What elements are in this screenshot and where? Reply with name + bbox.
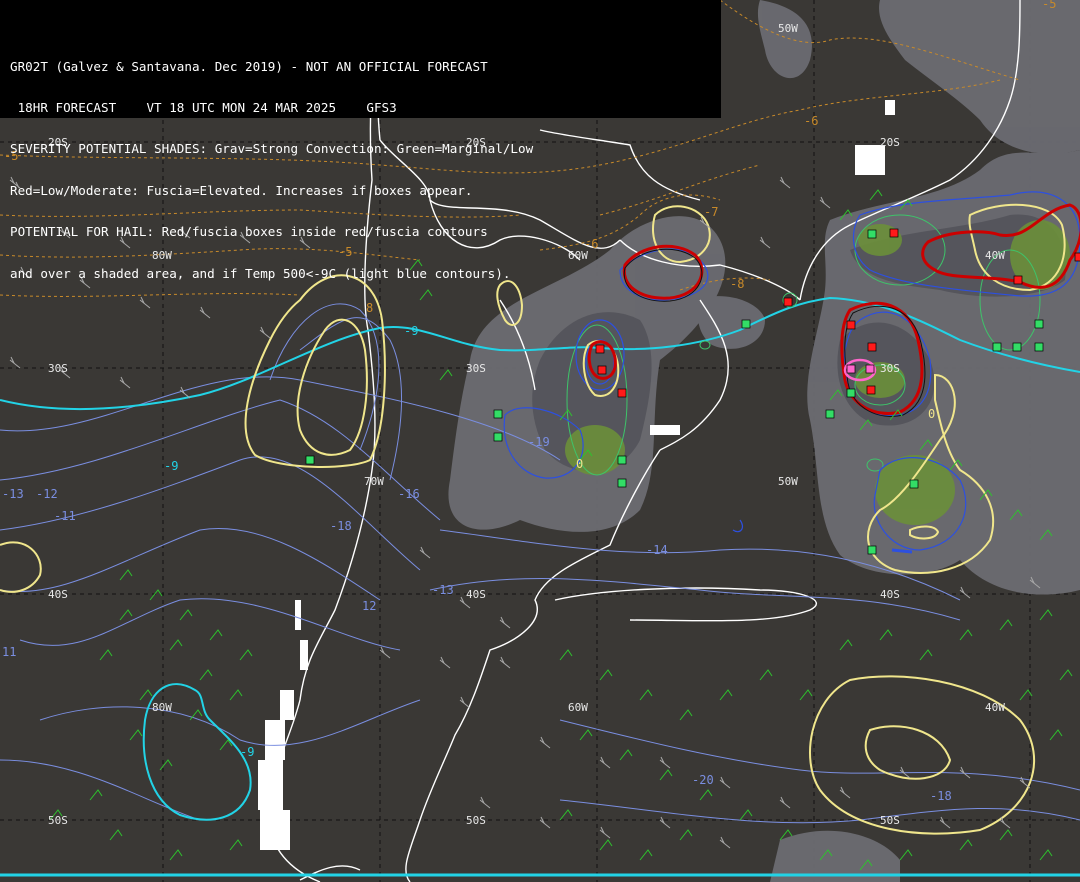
- contour-label: 0: [928, 407, 935, 421]
- contour-label: -9: [404, 324, 418, 338]
- contour-label: -12: [36, 487, 58, 501]
- forecast-header: GR02T (Galvez & Santavana. Dec 2019) - N…: [0, 0, 721, 280]
- header-line-severity: SEVERITY POTENTIAL SHADES: Grav=Strong C…: [10, 141, 534, 157]
- header-line-colors: Red=Low/Moderate: Fuscia=Elevated. Incre…: [10, 182, 473, 198]
- lon-label: 70W: [364, 475, 384, 488]
- contour-label: -6: [804, 114, 818, 128]
- lon-label: 50W: [778, 475, 798, 488]
- lat-label: 40S: [466, 588, 486, 601]
- contour-label: -18: [930, 789, 952, 803]
- contour-label: -13: [432, 583, 454, 597]
- contour-label: 11: [2, 645, 16, 659]
- lat-label: 40S: [880, 588, 900, 601]
- lon-label: 40W: [985, 701, 1005, 714]
- lon-label: 50W: [778, 22, 798, 35]
- lat-label: 30S: [466, 362, 486, 375]
- lat-label: 30S: [880, 362, 900, 375]
- header-line-hail-condition: and over a shaded area, and if Temp 500<…: [10, 265, 511, 281]
- lat-label: 50S: [880, 814, 900, 827]
- contour-label: -11: [54, 509, 76, 523]
- header-line-title: GR02T (Galvez & Santavana. Dec 2019) - N…: [10, 58, 488, 74]
- contour-label: -5: [1042, 0, 1056, 11]
- contour-label: 0: [576, 457, 583, 471]
- contour-label: -16: [398, 487, 420, 501]
- lon-label: 80W: [152, 701, 172, 714]
- contour-label: -19: [528, 435, 550, 449]
- lat-label: 20S: [880, 136, 900, 149]
- contour-label: -20: [692, 773, 714, 787]
- header-line-hail: POTENTIAL FOR HAIL: Red/fuscia boxes ins…: [10, 224, 488, 240]
- contour-label: 8: [366, 301, 373, 315]
- header-line-forecast-time: 18HR FORECAST VT 18 UTC MON 24 MAR 2025 …: [10, 99, 397, 115]
- contour-label: -9: [164, 459, 178, 473]
- contour-label: -14: [646, 543, 668, 557]
- contour-label: -18: [330, 519, 352, 533]
- contour-label: 12: [362, 599, 376, 613]
- lon-label: 40W: [985, 249, 1005, 262]
- contour-label: -9: [240, 745, 254, 759]
- lat-label: 30S: [48, 362, 68, 375]
- contour-label: -8: [730, 277, 744, 291]
- lat-label: 50S: [48, 814, 68, 827]
- contour-label: -13: [2, 487, 24, 501]
- lat-label: 40S: [48, 588, 68, 601]
- lon-label: 60W: [568, 701, 588, 714]
- lat-label: 50S: [466, 814, 486, 827]
